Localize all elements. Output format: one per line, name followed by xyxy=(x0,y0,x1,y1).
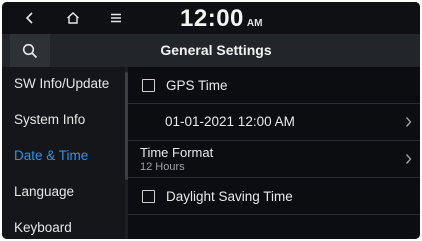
date-time-value: 01-01-2021 12:00 AM xyxy=(165,114,295,129)
date-time-row[interactable]: 01-01-2021 12:00 AM xyxy=(128,104,420,141)
sidebar: SW Info/Update System Info Date & Time L… xyxy=(2,67,126,239)
daylight-saving-row[interactable]: Daylight Saving Time xyxy=(128,178,420,215)
menu-icon xyxy=(111,13,121,23)
chevron-right-icon xyxy=(402,104,414,140)
sidebar-item-system-info[interactable]: System Info xyxy=(2,103,126,139)
sidebar-item-keyboard[interactable]: Keyboard xyxy=(2,211,126,239)
title-bar: General Settings xyxy=(2,34,420,67)
chevron-right-icon xyxy=(402,141,414,177)
daylight-saving-label: Daylight Saving Time xyxy=(166,188,293,204)
menu-button[interactable] xyxy=(98,2,134,34)
sidebar-item-language[interactable]: Language xyxy=(2,175,126,211)
home-button[interactable] xyxy=(55,2,91,34)
sidebar-item-date-time[interactable]: Date & Time xyxy=(2,139,126,175)
gps-time-label: GPS Time xyxy=(166,77,228,93)
settings-list: GPS Time 01-01-2021 12:00 AM Time Format… xyxy=(128,67,420,239)
time-format-value: 12 Hours xyxy=(140,161,185,173)
clock-ampm: AM xyxy=(246,18,263,29)
page-title: General Settings xyxy=(160,42,272,58)
settings-screen: 12:00 AM General Settings SW Info/Update… xyxy=(2,2,420,239)
home-icon xyxy=(67,12,79,24)
gps-time-row[interactable]: GPS Time xyxy=(128,67,420,104)
time-format-title: Time Format xyxy=(140,145,214,160)
daylight-saving-checkbox[interactable] xyxy=(142,189,155,203)
time-format-row[interactable]: Time Format 12 Hours xyxy=(128,141,420,178)
gps-time-checkbox[interactable] xyxy=(142,78,155,92)
sidebar-item-sw-info-update[interactable]: SW Info/Update xyxy=(2,67,126,103)
clock: 12:00 AM xyxy=(180,5,262,33)
chevron-left-icon xyxy=(25,12,33,24)
status-bar: 12:00 AM xyxy=(2,2,420,34)
clock-time: 12:00 xyxy=(180,5,244,32)
back-button[interactable] xyxy=(12,2,48,34)
